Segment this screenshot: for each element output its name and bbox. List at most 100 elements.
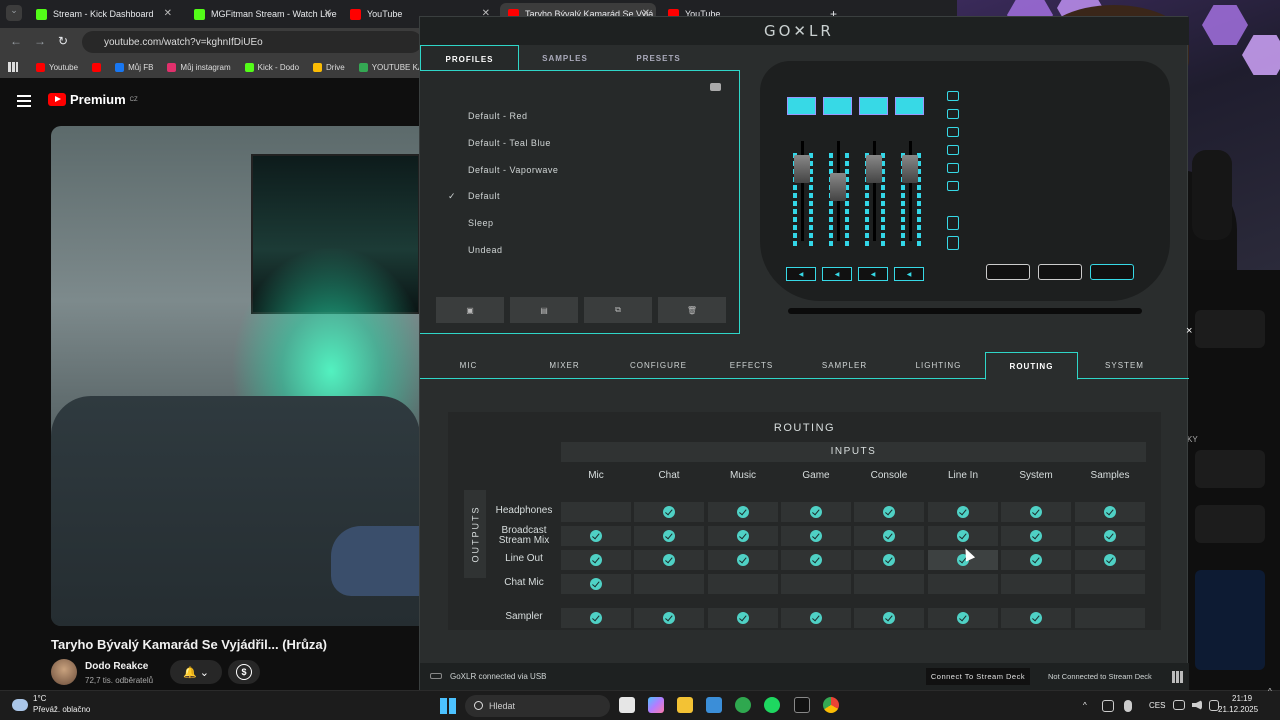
routing-cell[interactable] <box>708 608 778 628</box>
routing-cell[interactable] <box>928 608 998 628</box>
close-icon[interactable]: × <box>1186 325 1192 337</box>
channel-name[interactable]: Dodo Reakce <box>85 661 148 672</box>
routing-cell[interactable] <box>1001 502 1071 522</box>
routing-cell[interactable] <box>561 608 631 628</box>
tab-mixer[interactable]: MIXER <box>518 352 611 379</box>
recommendation-card[interactable] <box>1195 570 1265 670</box>
fader-knob[interactable] <box>794 155 810 183</box>
profile-item[interactable]: Default - Teal Blue <box>468 138 551 148</box>
sync-icon[interactable] <box>1102 700 1114 712</box>
routing-cell[interactable] <box>708 526 778 546</box>
tray-overflow-icon[interactable]: ^ <box>1083 701 1087 710</box>
forward-icon[interactable]: → <box>34 34 46 48</box>
routing-cell[interactable] <box>781 574 851 594</box>
routing-cell[interactable] <box>854 574 924 594</box>
routing-cell[interactable] <box>928 526 998 546</box>
routing-cell[interactable] <box>561 526 631 546</box>
language-indicator[interactable]: CES <box>1149 701 1165 710</box>
bookmark-instagram[interactable]: Můj instagram <box>167 62 231 72</box>
routing-cell[interactable] <box>781 502 851 522</box>
cloud-icon[interactable] <box>12 699 28 711</box>
fader-knob[interactable] <box>866 155 882 183</box>
scribble-strip-chat[interactable] <box>823 97 852 115</box>
taskbar-search[interactable]: Hledat <box>465 695 610 717</box>
routing-cell[interactable] <box>854 550 924 570</box>
routing-cell[interactable] <box>634 608 704 628</box>
routing-cell[interactable] <box>708 550 778 570</box>
connect-stream-deck-button[interactable]: Connect To Stream Deck <box>926 668 1030 685</box>
routing-cell[interactable] <box>634 526 704 546</box>
microphone-icon[interactable] <box>1124 700 1132 712</box>
effect-button[interactable] <box>947 91 959 101</box>
close-tab-icon[interactable]: ✕ <box>324 8 332 19</box>
back-icon[interactable]: ← <box>10 34 22 48</box>
tab-system[interactable]: SYSTEM <box>1078 352 1171 379</box>
video-player[interactable] <box>51 126 420 626</box>
chrome-icon[interactable] <box>823 697 839 713</box>
routing-cell[interactable] <box>634 550 704 570</box>
tip-button[interactable]: $ <box>228 660 260 684</box>
clock-time[interactable]: 21:19 <box>1232 694 1252 703</box>
profile-item[interactable]: Default - Vaporwave <box>468 165 558 175</box>
routing-cell[interactable] <box>1075 550 1145 570</box>
routing-cell[interactable] <box>561 550 631 570</box>
bookmark-facebook[interactable]: Můj FB <box>115 62 153 72</box>
channel-avatar[interactable] <box>51 659 77 685</box>
device-scroll-bar[interactable] <box>788 308 1142 314</box>
routing-cell[interactable] <box>1001 550 1071 570</box>
effect-button[interactable] <box>947 236 959 250</box>
bookmark-kick[interactable]: Kick - Dodo <box>244 62 299 72</box>
mute-button-3[interactable]: ◀ <box>858 267 888 281</box>
tab-mgfitman[interactable]: MGFitman Stream - Watch Live ✕ <box>186 3 338 25</box>
address-bar[interactable]: youtube.com/watch?v=kghnIfDiUEo <box>82 31 422 53</box>
profile-item[interactable]: Default - Red <box>468 111 528 121</box>
weather-temperature[interactable]: 1°C <box>33 694 46 703</box>
routing-cell[interactable] <box>1001 608 1071 628</box>
youtube-premium-logo[interactable]: Premium CZ <box>48 92 138 107</box>
folder-icon[interactable] <box>677 697 693 713</box>
tab-effects[interactable]: EFFECTS <box>705 352 798 379</box>
file-explorer-icon[interactable] <box>619 697 635 713</box>
recommendation-card[interactable] <box>1195 310 1265 348</box>
scribble-strip-system[interactable] <box>895 97 924 115</box>
spotify-icon[interactable] <box>764 697 780 713</box>
camera-icon[interactable] <box>710 83 721 91</box>
routing-cell[interactable] <box>928 574 998 594</box>
scribble-strip-music[interactable] <box>859 97 888 115</box>
routing-cell[interactable] <box>561 502 631 522</box>
edge-icon[interactable] <box>735 697 751 713</box>
sample-button[interactable] <box>1038 264 1082 280</box>
tab-lighting[interactable]: LIGHTING <box>892 352 985 379</box>
save-profile-button[interactable]: ▣ <box>436 297 504 323</box>
tab-presets[interactable]: PRESETS <box>611 45 706 71</box>
tab-kick-dashboard[interactable]: Stream - Kick Dashboard ✕ <box>28 3 178 25</box>
routing-cell[interactable] <box>781 608 851 628</box>
routing-cell[interactable] <box>1075 526 1145 546</box>
apps-grid-icon[interactable] <box>8 62 18 72</box>
terminal-icon[interactable] <box>794 697 810 713</box>
routing-cell[interactable] <box>781 550 851 570</box>
recommendation-card[interactable] <box>1195 450 1265 488</box>
profile-item[interactable]: Sleep <box>468 218 494 228</box>
sample-button[interactable] <box>1090 264 1134 280</box>
tab-profiles[interactable]: PROFILES <box>420 45 519 72</box>
tab-search-button[interactable]: ⌄ <box>6 5 22 21</box>
routing-cell[interactable] <box>781 526 851 546</box>
scribble-strip-mic[interactable] <box>787 97 816 115</box>
tab-sampler[interactable]: SAMPLER <box>798 352 891 379</box>
hamburger-menu-icon[interactable] <box>17 95 31 110</box>
delete-profile-button[interactable]: 🗑 <box>658 297 726 323</box>
tab-routing[interactable]: ROUTING <box>985 352 1078 380</box>
bookmark-youtube-2[interactable] <box>92 62 102 72</box>
reload-icon[interactable]: ↻ <box>58 34 68 48</box>
mute-button-1[interactable]: ◀ <box>786 267 816 281</box>
tab-configure[interactable]: CONFIGURE <box>612 352 705 379</box>
copilot-icon[interactable] <box>648 697 664 713</box>
mute-button-4[interactable]: ◀ <box>894 267 924 281</box>
tab-samples[interactable]: SAMPLES <box>519 45 611 71</box>
routing-cell[interactable] <box>634 574 704 594</box>
effect-button[interactable] <box>947 127 959 137</box>
routing-cell[interactable] <box>1075 608 1145 628</box>
effect-button[interactable] <box>947 216 959 230</box>
clock-date[interactable]: 21.12.2025 <box>1218 705 1258 714</box>
